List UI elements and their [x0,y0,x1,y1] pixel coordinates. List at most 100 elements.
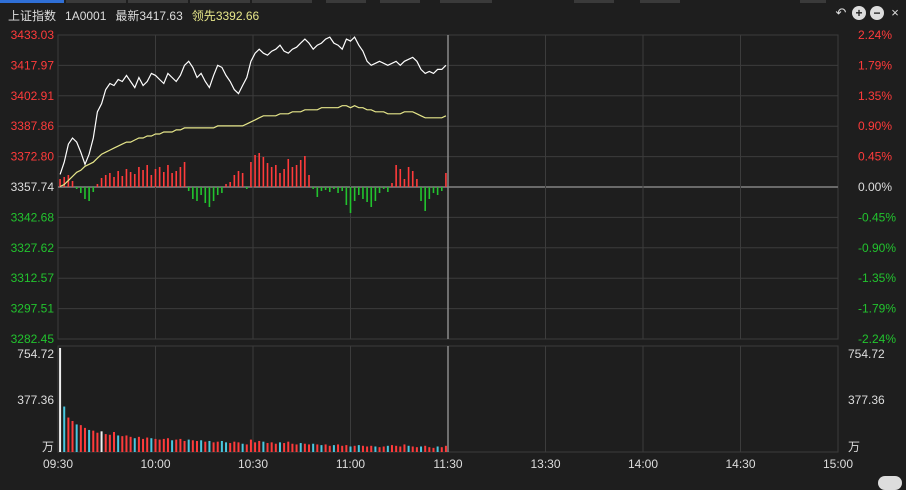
scroll-handle[interactable] [878,476,902,490]
ratio-bar-down [212,187,215,201]
volume-bar [208,440,211,452]
ratio-bar-down [440,187,443,191]
ratio-bar-down [428,187,431,199]
ratio-bar-up [179,167,182,187]
ratio-bar-down [245,187,248,189]
volume-bar [303,443,306,452]
ratio-bar-down [370,187,373,207]
ratio-bar-down [316,187,319,197]
volume-bar [59,347,62,452]
ratio-bar-up [150,175,153,187]
ratio-bar-down [75,187,78,189]
time-tick-label: 11:00 [336,457,365,471]
ratio-bar-up [258,153,261,187]
pct-tick-label: 0.90% [858,119,892,133]
ratio-bar-up [125,169,128,187]
ratio-bar-up [158,167,161,187]
volume-bar [353,445,356,452]
ratio-bar-up [167,165,169,187]
volume-bar [403,444,406,452]
volume-bar [229,443,232,452]
ratio-bar-down [337,187,339,193]
pct-tick-label: -0.45% [858,210,896,224]
price-tick-label: 3282.45 [11,332,55,346]
ratio-bar-up [129,172,132,187]
volume-bar [63,406,66,452]
time-tick-label: 10:00 [140,457,170,471]
ratio-bar-up [183,162,186,187]
volume-bar [320,445,323,452]
price-tick-label: 3312.57 [11,271,55,285]
volume-bar [407,445,410,452]
ratio-bar-down [208,187,211,207]
ratio-bar-up [407,167,410,187]
ratio-bar-up [117,171,119,187]
volume-tick-label: 754.72 [17,347,54,361]
volume-bar [67,417,70,452]
ratio-bar-down [378,187,381,193]
ratio-bar-up [109,173,111,187]
volume-bar [216,441,219,452]
ratio-bar-down [312,187,314,189]
volume-bar [96,432,99,452]
ratio-bar-up [416,179,418,187]
volume-bar [337,444,340,452]
pct-tick-label: -0.90% [858,241,896,255]
price-tick-label: 3297.51 [11,302,55,316]
ratio-bar-down [366,187,368,202]
price-tick-label: 3387.86 [11,119,55,133]
ratio-bar-up [445,173,447,187]
ratio-bar-up [225,184,227,187]
ratio-bar-up [403,179,406,187]
volume-bar [332,445,335,452]
ratio-bar-up [233,175,236,187]
volume-bar [187,439,190,452]
volume-bar [225,442,228,452]
volume-bar [291,443,294,452]
volume-bar [245,444,248,452]
volume-bar [316,444,319,452]
volume-bar [237,442,240,452]
volume-bar [382,446,385,452]
ratio-bar-up [237,171,240,187]
ratio-bar-down [341,187,344,191]
volume-bar [146,437,149,452]
volume-bar [386,445,389,452]
ratio-bar-up [175,171,178,187]
volume-bar [171,440,174,452]
volume-bar [399,446,402,452]
volume-bar [71,420,74,452]
ratio-bar-up [395,165,397,187]
ratio-bar-down [362,187,364,199]
volume-bar [357,445,360,452]
volume-bar [254,442,257,452]
volume-bar [204,441,207,452]
price-tick-label: 3433.03 [11,28,55,42]
ratio-bar-down [328,187,331,192]
ratio-bar-up [287,159,290,187]
pct-tick-label: -1.35% [858,271,896,285]
volume-bar [154,438,157,452]
volume-bar [266,443,269,452]
volume-bar [270,442,273,452]
ratio-bar-down [84,187,86,199]
ratio-bar-up [142,170,144,187]
ratio-bar-down [216,187,219,195]
ratio-bar-down [221,187,223,193]
ratio-bar-down [196,187,198,201]
ratio-bar-down [187,187,190,191]
volume-bar [345,445,348,452]
price-tick-label: 3402.91 [11,89,55,103]
ratio-bar-down [345,187,348,205]
ratio-bar-up [104,175,107,187]
volume-bar [278,442,281,452]
volume-bar [258,440,261,452]
volume-bar [324,444,327,452]
price-tick-label: 3342.68 [11,210,55,224]
volume-bar [92,430,95,452]
price-tick-label: 3327.62 [11,241,55,255]
ratio-bar-down [324,187,327,190]
ratio-bar-up [71,181,74,187]
volume-bar [150,438,153,452]
volume-bar [142,438,145,452]
